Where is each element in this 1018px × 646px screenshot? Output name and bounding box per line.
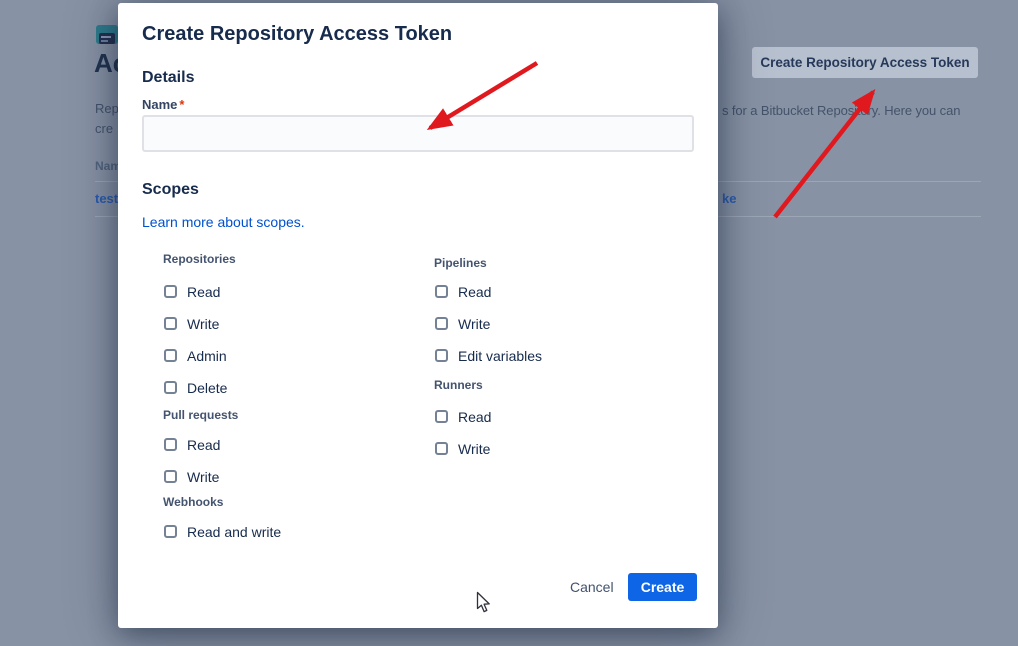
checkbox-repositories-admin[interactable]: [164, 349, 177, 362]
scope-row-runners-write[interactable]: Write: [435, 441, 490, 456]
checkbox-repositories-read[interactable]: [164, 285, 177, 298]
checkbox-runners-write[interactable]: [435, 442, 448, 455]
scope-group-runners: Runners: [434, 378, 483, 392]
access-token-card-icon: [96, 25, 118, 44]
scope-row-runners-read[interactable]: Read: [435, 409, 491, 424]
checkbox-runners-read[interactable]: [435, 410, 448, 423]
scope-column-left: Repositories Read Write Admin Delete Pul…: [163, 252, 413, 552]
checkbox-repositories-write[interactable]: [164, 317, 177, 330]
scope-row-webhooks-read-and-write[interactable]: Read and write: [164, 524, 281, 539]
create-repository-access-token-modal: Create Repository Access Token Details N…: [118, 3, 718, 628]
scope-row-pipelines-read[interactable]: Read: [435, 284, 491, 299]
name-input[interactable]: [142, 115, 694, 152]
create-button[interactable]: Create: [628, 573, 697, 601]
scope-row-pull-requests-read[interactable]: Read: [164, 437, 220, 452]
scope-column-right: Pipelines Read Write Edit variables Runn…: [434, 252, 684, 552]
intro-text-left: Rep cre: [95, 99, 119, 139]
create-repository-access-token-button[interactable]: Create Repository Access Token: [752, 47, 978, 78]
modal-title: Create Repository Access Token: [142, 23, 452, 46]
scope-row-repositories-admin[interactable]: Admin: [164, 348, 227, 363]
checkbox-pipelines-edit-variables[interactable]: [435, 349, 448, 362]
checkbox-repositories-delete[interactable]: [164, 381, 177, 394]
name-field-label: Name*: [142, 97, 184, 112]
checkbox-pipelines-write[interactable]: [435, 317, 448, 330]
scope-group-pull-requests: Pull requests: [163, 408, 238, 422]
checkbox-pull-requests-read[interactable]: [164, 438, 177, 451]
checkbox-pull-requests-write[interactable]: [164, 470, 177, 483]
scopes-heading: Scopes: [142, 181, 199, 199]
intro-line-2: cre: [95, 119, 119, 139]
required-asterisk: *: [177, 97, 184, 112]
intro-text-right: s for a Bitbucket Repository. Here you c…: [722, 103, 960, 118]
table-border: [95, 216, 118, 217]
cancel-button[interactable]: Cancel: [564, 577, 620, 597]
scope-group-pipelines: Pipelines: [434, 256, 487, 270]
learn-more-about-scopes-link[interactable]: Learn more about scopes.: [142, 214, 305, 230]
scope-row-repositories-write[interactable]: Write: [164, 316, 219, 331]
scope-row-pipelines-edit-variables[interactable]: Edit variables: [435, 348, 542, 363]
scope-row-pipelines-write[interactable]: Write: [435, 316, 490, 331]
scope-row-repositories-delete[interactable]: Delete: [164, 380, 227, 395]
scope-row-repositories-read[interactable]: Read: [164, 284, 220, 299]
scope-group-repositories: Repositories: [163, 252, 236, 266]
table-border: [718, 216, 981, 217]
table-border: [95, 181, 118, 182]
screen: Ac Rep cre s for a Bitbucket Repository.…: [0, 0, 1018, 646]
checkbox-webhooks-read-and-write[interactable]: [164, 525, 177, 538]
intro-line-1: Rep: [95, 99, 119, 119]
checkbox-pipelines-read[interactable]: [435, 285, 448, 298]
token-action-link[interactable]: ke: [722, 191, 736, 206]
table-border: [718, 181, 981, 182]
details-heading: Details: [142, 69, 194, 87]
scope-row-pull-requests-write[interactable]: Write: [164, 469, 219, 484]
token-name-link[interactable]: test: [95, 191, 118, 206]
scope-group-webhooks: Webhooks: [163, 495, 223, 509]
